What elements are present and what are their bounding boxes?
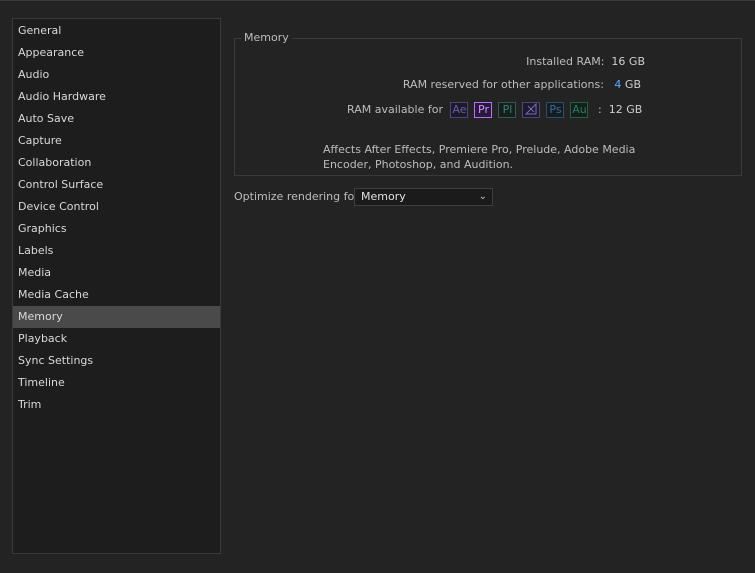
- preferences-sidebar: General Appearance Audio Audio Hardware …: [12, 18, 221, 554]
- chevron-down-icon: ⌄: [478, 191, 487, 202]
- sidebar-item-control-surface[interactable]: Control Surface: [13, 174, 220, 196]
- installed-ram-label: Installed RAM:: [526, 55, 605, 68]
- sidebar-item-playback[interactable]: Playback: [13, 328, 220, 350]
- sidebar-item-audio-hardware[interactable]: Audio Hardware: [13, 86, 220, 108]
- sidebar-item-appearance[interactable]: Appearance: [13, 42, 220, 64]
- reserved-ram-label: RAM reserved for other applications:: [402, 78, 604, 91]
- sidebar-item-timeline[interactable]: Timeline: [13, 372, 220, 394]
- sidebar-item-device-control[interactable]: Device Control: [13, 196, 220, 218]
- sidebar-item-capture[interactable]: Capture: [13, 130, 220, 152]
- memory-group: Memory Installed RAM: 16 GB RAM reserved…: [234, 30, 742, 176]
- available-ram-value: 12 GB: [608, 103, 643, 116]
- optimize-rendering-select[interactable]: Memory ⌄: [354, 188, 493, 206]
- preferences-window: General Appearance Audio Audio Hardware …: [0, 0, 755, 573]
- sidebar-item-collaboration[interactable]: Collaboration: [13, 152, 220, 174]
- memory-group-title: Memory: [241, 30, 292, 46]
- media-encoder-icon: [522, 102, 541, 118]
- sidebar-item-auto-save[interactable]: Auto Save: [13, 108, 220, 130]
- reserved-ram-input[interactable]: 4: [614, 78, 621, 91]
- audition-icon: Au: [570, 102, 589, 118]
- after-effects-icon: Ae: [450, 102, 469, 118]
- installed-ram-row: Installed RAM: 16 GB: [526, 54, 645, 70]
- sidebar-item-labels[interactable]: Labels: [13, 240, 220, 262]
- optimize-rendering-value: Memory: [361, 190, 406, 203]
- sidebar-item-media[interactable]: Media: [13, 262, 220, 284]
- reserved-ram-row: RAM reserved for other applications: 4 G…: [403, 77, 641, 93]
- premiere-pro-icon: Pr: [474, 102, 493, 118]
- sidebar-item-audio[interactable]: Audio: [13, 64, 220, 86]
- sidebar-item-general[interactable]: General: [13, 20, 220, 42]
- optimize-rendering-label: Optimize rendering for:: [234, 190, 363, 203]
- reserved-ram-unit: GB: [624, 78, 641, 91]
- sidebar-item-trim[interactable]: Trim: [13, 394, 220, 416]
- app-icons: Ae Pr Pl Ps Au: [450, 102, 594, 118]
- available-ram-label: RAM available for: [347, 103, 443, 116]
- photoshop-icon: Ps: [546, 102, 565, 118]
- sidebar-item-memory[interactable]: Memory: [13, 306, 220, 328]
- sidebar-item-graphics[interactable]: Graphics: [13, 218, 220, 240]
- memory-note: Affects After Effects, Premiere Pro, Pre…: [323, 143, 636, 171]
- sidebar-item-media-cache[interactable]: Media Cache: [13, 284, 220, 306]
- sidebar-item-sync-settings[interactable]: Sync Settings: [13, 350, 220, 372]
- available-ram-row: RAM available for Ae Pr Pl Ps Au : 12 GB: [347, 102, 642, 118]
- prelude-icon: Pl: [498, 102, 517, 118]
- available-ram-separator: :: [597, 103, 602, 116]
- installed-ram-value: 16 GB: [611, 55, 645, 68]
